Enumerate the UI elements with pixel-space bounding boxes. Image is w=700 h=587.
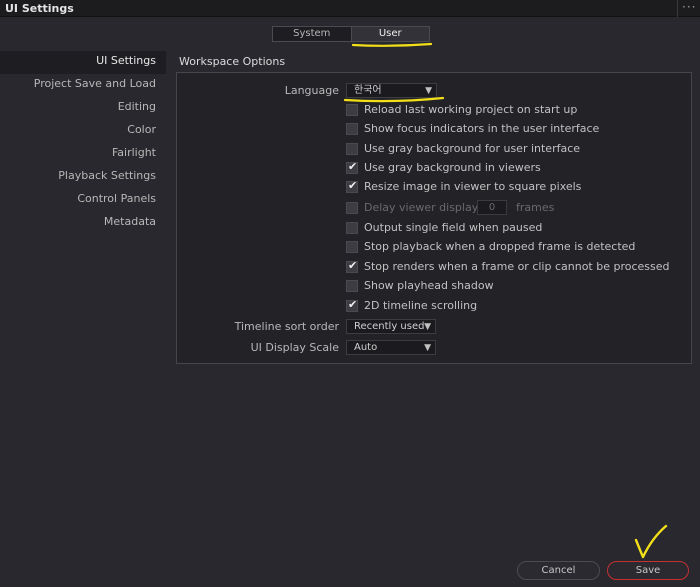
check-icon: ✔ [348, 160, 358, 173]
sidebar-item-editing[interactable]: Editing [0, 97, 166, 120]
checkbox[interactable] [346, 222, 358, 234]
checkbox[interactable] [346, 123, 358, 135]
settings-sidebar: UI Settings Project Save and Load Editin… [0, 51, 166, 235]
option-label: Use gray background in viewers [364, 161, 541, 174]
tab-system[interactable]: System [273, 27, 351, 41]
option-label: Stop playback when a dropped frame is de… [364, 240, 636, 253]
checkbox-checked[interactable]: ✔ [346, 259, 358, 273]
check-icon: ✔ [348, 298, 358, 311]
sidebar-item-fairlight[interactable]: Fairlight [0, 143, 166, 166]
checkbox[interactable] [346, 202, 358, 214]
checkbox[interactable] [346, 241, 358, 253]
settings-scope-switch: System User [272, 26, 430, 42]
sidebar-item-color[interactable]: Color [0, 120, 166, 143]
option-label: Show playhead shadow [364, 279, 494, 292]
yellow-underline-user-annotation [352, 42, 432, 47]
option-label: Delay viewer display by [364, 201, 496, 214]
option-label: Stop renders when a frame or clip cannot… [364, 260, 670, 273]
option-label: Show focus indicators in the user interf… [364, 122, 600, 135]
option-label: 2D timeline scrolling [364, 299, 478, 312]
more-options-icon[interactable]: ··· [682, 0, 696, 14]
delay-frames-input[interactable]: 0 [477, 200, 507, 215]
option-label: Reload last working project on start up [364, 103, 578, 116]
tab-user[interactable]: User [350, 27, 429, 41]
window-title: UI Settings [5, 2, 74, 15]
checkbox[interactable] [346, 143, 358, 155]
yellow-checkmark-annotation [634, 524, 668, 559]
sidebar-item-metadata[interactable]: Metadata [0, 212, 166, 235]
option-label: Use gray background for user interface [364, 142, 581, 155]
timeline-sort-value: Recently used [354, 321, 425, 332]
timeline-sort-label: Timeline sort order [234, 320, 339, 333]
workspace-options-title: Workspace Options [179, 55, 286, 68]
check-icon: ✔ [348, 179, 358, 192]
checkbox-checked[interactable]: ✔ [346, 298, 358, 312]
option-label: Output single field when paused [364, 221, 543, 234]
chevron-down-icon: ▼ [424, 322, 431, 332]
sidebar-item-playback-settings[interactable]: Playback Settings [0, 166, 166, 189]
ui-display-scale-label: UI Display Scale [250, 341, 339, 354]
language-value: 한국어 [354, 85, 382, 96]
frames-unit-label: frames [516, 201, 555, 214]
title-divider [677, 0, 678, 17]
checkbox[interactable] [346, 104, 358, 116]
chevron-down-icon: ▼ [424, 343, 431, 353]
title-bar: UI Settings ··· [0, 0, 700, 17]
checkbox[interactable] [346, 280, 358, 292]
checkbox-checked[interactable]: ✔ [346, 160, 358, 174]
sidebar-item-project-save-load[interactable]: Project Save and Load [0, 74, 166, 97]
option-label: Resize image in viewer to square pixels [364, 180, 582, 193]
timeline-sort-dropdown[interactable]: Recently used ▼ [346, 319, 436, 334]
sidebar-item-ui-settings[interactable]: UI Settings [0, 51, 166, 74]
ui-display-scale-dropdown[interactable]: Auto ▼ [346, 340, 436, 355]
language-label: Language [284, 84, 339, 97]
ui-display-scale-value: Auto [354, 342, 378, 353]
cancel-button[interactable]: Cancel [517, 561, 600, 580]
save-button[interactable]: Save [607, 561, 689, 580]
yellow-underline-language-annotation [344, 96, 444, 103]
sidebar-item-control-panels[interactable]: Control Panels [0, 189, 166, 212]
check-icon: ✔ [348, 259, 358, 272]
checkbox-checked[interactable]: ✔ [346, 179, 358, 193]
